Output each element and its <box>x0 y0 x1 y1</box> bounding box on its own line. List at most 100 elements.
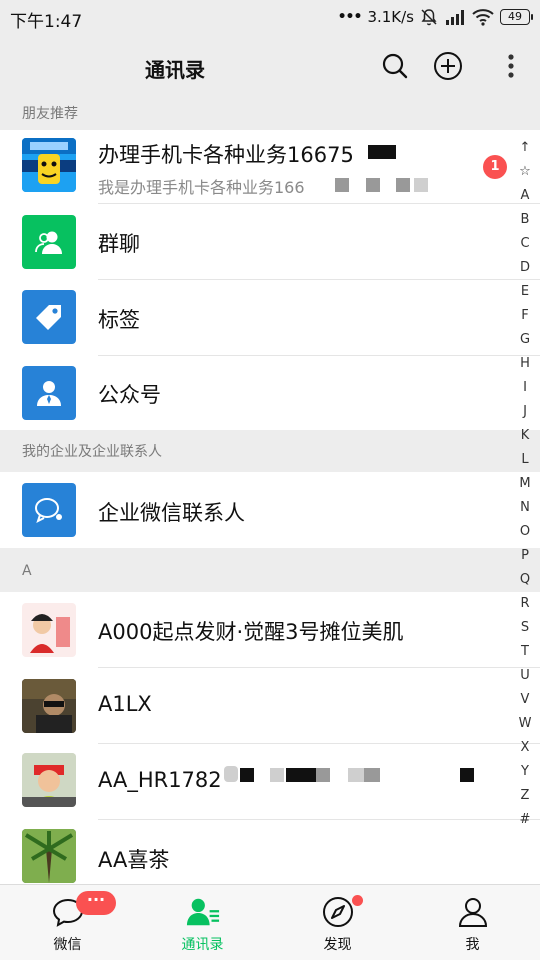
contact-row[interactable]: A1LX <box>0 668 540 744</box>
enterprise-chat-icon <box>22 483 76 537</box>
index-letter[interactable]: Y <box>512 764 538 779</box>
index-letter[interactable]: O <box>512 524 538 539</box>
function-row-group-chat[interactable]: 群聊 <box>0 204 540 280</box>
section-header-enterprise: 我的企业及企业联系人 <box>0 434 540 470</box>
redaction-mask <box>414 178 428 192</box>
section-header-letter-a: A <box>0 550 540 592</box>
contact-avatar <box>22 753 76 807</box>
tab-label: 微信 <box>53 937 82 953</box>
index-letter[interactable]: B <box>512 212 538 227</box>
index-letter[interactable]: V <box>512 692 538 707</box>
section-header-friend-recommend: 朋友推荐 <box>0 98 540 130</box>
alphabet-index-bar[interactable]: ↑ ☆ A B C D E F G H I J K L M N O P Q R S T U V W X Y Z # <box>512 140 538 840</box>
redaction-mask <box>366 178 380 192</box>
index-letter[interactable]: K <box>512 428 538 443</box>
tab-chats[interactable]: ··· 微信 <box>0 885 135 960</box>
group-chat-icon <box>22 215 76 269</box>
function-label: 群聊 <box>98 232 140 256</box>
index-letter[interactable]: X <box>512 740 538 755</box>
function-label: 公众号 <box>98 383 161 407</box>
contact-name: AA喜茶 <box>98 848 170 872</box>
tab-bar: ··· 微信 通讯录 发现 我 <box>0 884 540 960</box>
contact-row[interactable]: AA_HR1782 <box>0 744 540 820</box>
function-row-tags[interactable]: 标签 <box>0 280 540 356</box>
new-dot-badge <box>352 895 363 906</box>
index-letter[interactable]: # <box>512 812 538 827</box>
tab-label: 发现 <box>323 937 352 953</box>
compass-icon <box>321 895 355 929</box>
redaction-mask <box>286 768 316 782</box>
index-letter[interactable]: R <box>512 596 538 611</box>
contact-row[interactable]: AA喜茶 <box>0 820 540 884</box>
unread-badge: 1 <box>483 155 507 179</box>
mute-bell-icon <box>420 8 438 26</box>
tag-icon <box>22 290 76 344</box>
index-letter[interactable]: M <box>512 476 538 491</box>
redaction-mask <box>240 768 254 782</box>
index-letter[interactable]: ☆ <box>512 164 538 179</box>
search-button[interactable] <box>380 51 410 81</box>
status-bar: 下午1:47 ••• 3.1K/s 49 <box>0 0 540 34</box>
add-button[interactable] <box>433 51 463 81</box>
index-letter[interactable]: S <box>512 620 538 635</box>
index-letter[interactable]: J <box>512 404 538 419</box>
battery-icon: 49 <box>500 9 533 25</box>
index-letter[interactable]: P <box>512 548 538 563</box>
unread-badge: ··· <box>76 891 116 915</box>
index-letter[interactable]: Q <box>512 572 538 587</box>
nav-bar: 通讯录 <box>0 34 540 98</box>
index-letter[interactable]: W <box>512 716 538 731</box>
signal-hd-icon <box>444 8 466 26</box>
person-icon <box>456 895 490 929</box>
contacts-icon <box>186 895 220 929</box>
more-notifications-icon: ••• <box>337 9 363 25</box>
redaction-mask <box>270 768 284 782</box>
contact-name: AA_HR1782 <box>98 768 222 792</box>
tab-discover[interactable]: 发现 <box>270 885 405 960</box>
index-letter[interactable]: Z <box>512 788 538 803</box>
index-letter[interactable]: G <box>512 332 538 347</box>
index-letter[interactable]: U <box>512 668 538 683</box>
official-account-icon <box>22 366 76 420</box>
tab-label: 我 <box>465 937 480 953</box>
index-letter[interactable]: ↑ <box>512 140 538 155</box>
redaction-mask <box>316 768 330 782</box>
index-letter[interactable]: H <box>512 356 538 371</box>
contact-name: A1LX <box>98 692 152 716</box>
network-speed: 3.1K/s <box>367 8 414 26</box>
index-letter[interactable]: L <box>512 452 538 467</box>
status-time: 下午1:47 <box>10 12 83 32</box>
index-letter[interactable]: E <box>512 284 538 299</box>
contact-avatar <box>22 603 76 657</box>
function-row-official-accounts[interactable]: 公众号 <box>0 356 540 430</box>
index-letter[interactable]: F <box>512 308 538 323</box>
redaction-mask <box>396 178 410 192</box>
redaction-mask <box>335 178 349 192</box>
index-letter[interactable]: C <box>512 236 538 251</box>
recommend-avatar <box>22 138 76 192</box>
index-letter[interactable]: A <box>512 188 538 203</box>
recommend-title: 办理手机卡各种业务16675 <box>98 143 354 167</box>
redaction-mask <box>348 768 364 782</box>
contact-row[interactable]: A000起点发财·觉醒3号摊位美肌 <box>0 592 540 668</box>
search-icon <box>382 53 408 79</box>
status-right: ••• 3.1K/s 49 <box>337 7 533 27</box>
index-letter[interactable]: D <box>512 260 538 275</box>
contact-avatar <box>22 829 76 883</box>
redaction-mask <box>460 768 474 782</box>
tab-me[interactable]: 我 <box>405 885 540 960</box>
redaction-mask <box>368 145 396 159</box>
index-letter[interactable]: N <box>512 500 538 515</box>
more-button[interactable] <box>496 51 526 81</box>
tab-contacts[interactable]: 通讯录 <box>135 885 270 960</box>
plus-circle-icon <box>434 52 462 80</box>
index-letter[interactable]: T <box>512 644 538 659</box>
recommend-row[interactable]: 办理手机卡各种业务16675 我是办理手机卡各种业务166 1 <box>0 130 540 204</box>
redaction-mask <box>224 766 238 782</box>
index-letter[interactable]: I <box>512 380 538 395</box>
enterprise-contact-row[interactable]: 企业微信联系人 <box>0 472 540 548</box>
recommend-subtitle: 我是办理手机卡各种业务166 <box>98 178 305 197</box>
function-label: 标签 <box>98 308 140 332</box>
more-vertical-icon <box>508 54 514 78</box>
enterprise-contact-label: 企业微信联系人 <box>98 501 245 525</box>
